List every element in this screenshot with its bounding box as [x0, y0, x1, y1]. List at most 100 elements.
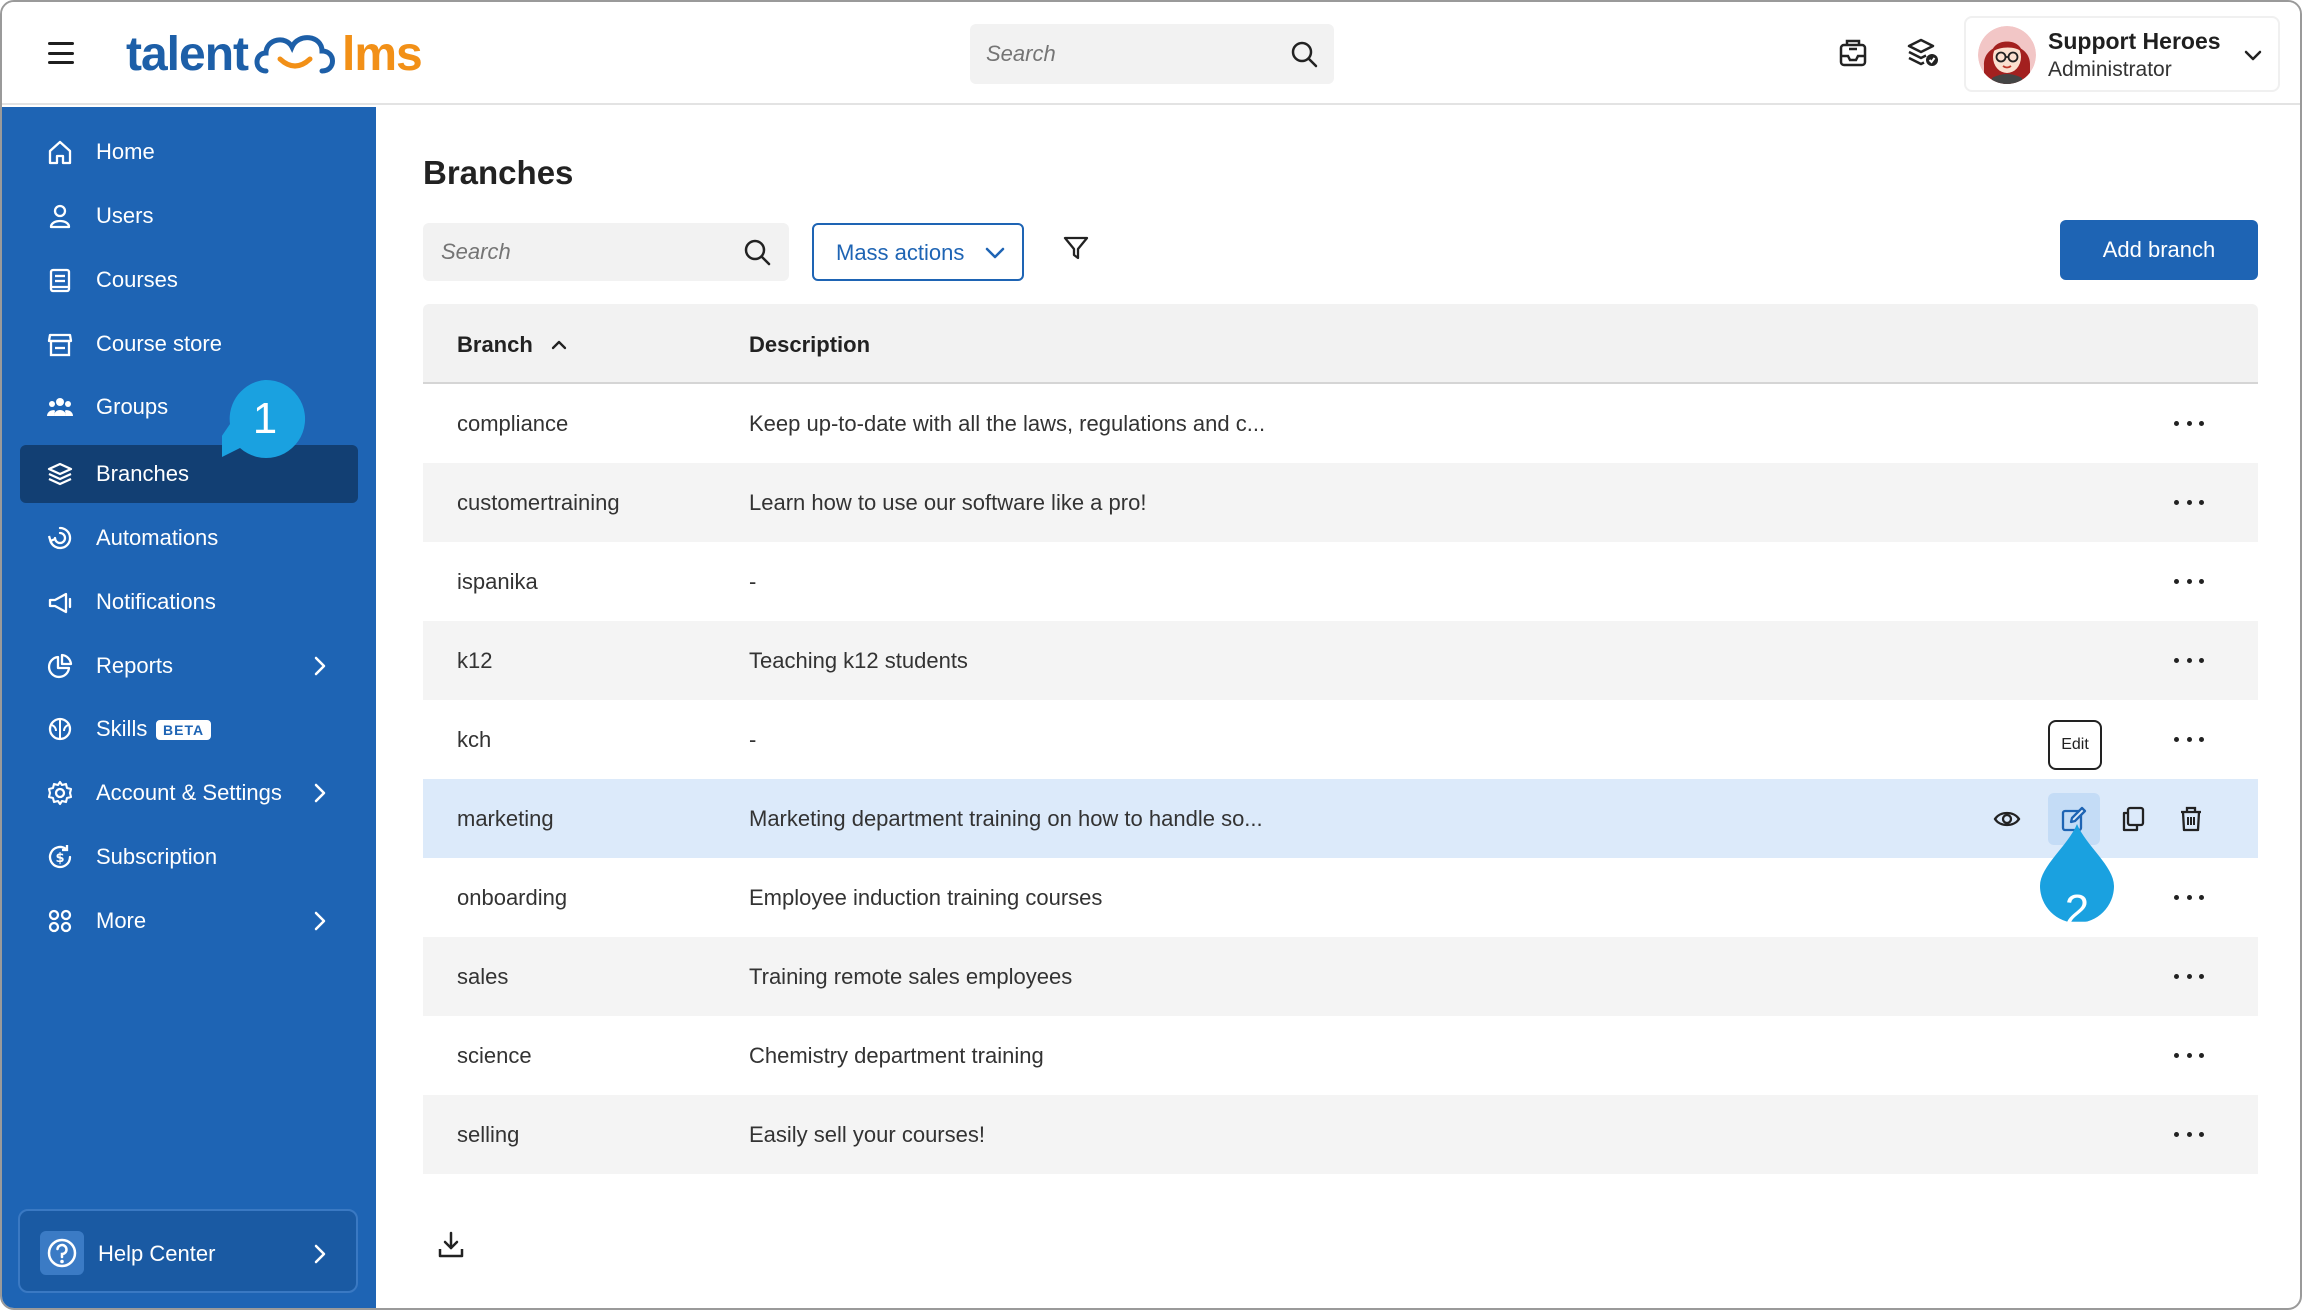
edit-tooltip: Edit [2048, 720, 2102, 770]
sidebar-item-more[interactable]: More [20, 892, 358, 950]
table-row[interactable]: k12 Teaching k12 students [423, 621, 2258, 700]
table-row[interactable]: kch - [423, 700, 2258, 779]
more-options-icon[interactable] [2174, 651, 2204, 669]
sidebar-item-label: Reports [96, 653, 174, 678]
branch-description: Marketing department training on how to … [749, 806, 1263, 831]
sidebar-item-course-store[interactable]: Course store [20, 315, 358, 373]
table-search-input[interactable] [441, 223, 721, 281]
branch-name[interactable]: marketing [457, 806, 554, 832]
table-row[interactable]: customertraining Learn how to use our so… [423, 463, 2258, 542]
table-row[interactable]: sales Training remote sales employees [423, 937, 2258, 1016]
store-icon [47, 333, 73, 357]
branch-description: Employee induction training courses [749, 885, 1103, 910]
chevron-right-icon [314, 911, 326, 931]
avatar [1978, 26, 2036, 84]
subscription-icon: $ [48, 845, 72, 869]
grid-icon [48, 909, 72, 933]
column-header-branch[interactable]: Branch [457, 332, 569, 358]
table-row[interactable]: ispanika - [423, 542, 2258, 621]
add-branch-button[interactable]: Add branch [2060, 220, 2258, 280]
table-row[interactable]: science Chemistry department training [423, 1016, 2258, 1095]
gear-icon [47, 780, 73, 806]
page-title: Branches [423, 154, 574, 191]
layers-icon [47, 462, 73, 486]
download-icon[interactable] [436, 1230, 466, 1260]
branch-description: - [749, 569, 757, 594]
sort-ascending-icon[interactable] [549, 338, 569, 352]
branch-name[interactable]: customertraining [457, 490, 620, 516]
more-options-icon[interactable] [2174, 730, 2204, 748]
delete-button[interactable] [2165, 793, 2217, 845]
chevron-down-icon[interactable] [2242, 44, 2264, 66]
callout-marker-1: 1 [222, 379, 306, 458]
branch-name[interactable]: onboarding [457, 885, 567, 911]
home-icon [48, 140, 72, 165]
sidebar-item-label: Notifications [96, 589, 216, 614]
messages-icon[interactable] [1836, 36, 1870, 70]
callout-marker-2: 2 [2038, 824, 2116, 952]
branch-name[interactable]: selling [457, 1122, 519, 1148]
search-icon[interactable] [1290, 40, 1318, 68]
branch-name[interactable]: compliance [457, 411, 568, 437]
mass-actions-dropdown[interactable]: Mass actions [812, 223, 1024, 281]
branch-name[interactable]: k12 [457, 648, 492, 674]
sidebar-item-subscription[interactable]: $ Subscription [20, 828, 358, 886]
branch-description: Training remote sales employees [749, 964, 1073, 989]
search-icon[interactable] [743, 238, 771, 266]
branch-description: - [749, 727, 757, 752]
branch-name[interactable]: sales [457, 964, 508, 990]
global-search[interactable] [970, 24, 1334, 84]
copy-icon [2122, 806, 2145, 832]
app-window: talent lms Search Support Heroes Adminis… [0, 0, 2302, 1310]
more-options-icon[interactable] [2174, 414, 2204, 432]
branch-name[interactable]: science [457, 1043, 532, 1069]
user-menu[interactable]: Support Heroes Administrator [1964, 16, 2280, 92]
hamburger-menu-icon[interactable] [46, 38, 76, 68]
callout-number: 1 [252, 394, 278, 443]
trash-icon [2181, 806, 2201, 832]
svg-text:$: $ [55, 851, 64, 866]
more-options-icon[interactable] [2174, 493, 2204, 511]
top-bar: talent lms Search Support Heroes Adminis… [2, 2, 2300, 105]
cloud-logo-icon [254, 35, 335, 74]
chevron-right-icon [314, 783, 326, 803]
more-options-icon[interactable] [2174, 1125, 2204, 1143]
sidebar-item-skills[interactable]: Skills BETA [20, 700, 358, 758]
view-button[interactable] [1981, 793, 2033, 845]
branch-description: Chemistry department training [749, 1043, 1044, 1068]
sidebar-item-home[interactable]: Home [20, 123, 358, 181]
book-icon [49, 268, 71, 293]
table-row[interactable]: compliance Keep up-to-date with all the … [423, 384, 2258, 463]
branch-name[interactable]: kch [457, 727, 491, 753]
sidebar-item-account-settings[interactable]: Account & Settings [20, 764, 358, 822]
sidebar-item-users[interactable]: Users [20, 187, 358, 245]
filter-icon[interactable] [1062, 234, 1090, 262]
table-row-hovered[interactable]: marketing Marketing department training … [423, 779, 2258, 858]
table-row[interactable]: selling Easily sell your courses! [423, 1095, 2258, 1174]
more-options-icon[interactable] [2174, 967, 2204, 985]
help-center-button[interactable]: Help Center [18, 1209, 358, 1293]
branch-switch-icon[interactable] [1906, 36, 1940, 70]
chevron-right-icon [314, 1244, 326, 1264]
table-row[interactable]: onboarding Employee induction training c… [423, 858, 2258, 937]
more-options-icon[interactable] [2174, 572, 2204, 590]
sidebar: Home Users Courses Course store Groups B… [2, 107, 376, 1308]
sidebar-item-notifications[interactable]: Notifications [20, 573, 358, 631]
global-search-input[interactable] [986, 24, 1276, 84]
help-center-label: Help Center [98, 1241, 216, 1266]
callout-number: 2 [2064, 886, 2090, 935]
sidebar-item-label: Account & Settings [96, 780, 282, 805]
sidebar-item-courses[interactable]: Courses [20, 251, 358, 309]
more-options-icon[interactable] [2174, 888, 2204, 906]
sidebar-item-label: Automations [96, 525, 219, 550]
question-icon [40, 1231, 84, 1275]
talentlms-logo[interactable]: talent lms [126, 24, 423, 84]
table-search[interactable] [423, 223, 789, 281]
brain-icon [48, 717, 72, 741]
sidebar-item-reports[interactable]: Reports [20, 637, 358, 695]
sidebar-item-automations[interactable]: Automations [20, 509, 358, 567]
more-options-icon[interactable] [2174, 1046, 2204, 1064]
branch-name[interactable]: ispanika [457, 569, 538, 595]
user-role: Administrator [2048, 58, 2172, 81]
sidebar-item-label: Home [96, 139, 155, 164]
